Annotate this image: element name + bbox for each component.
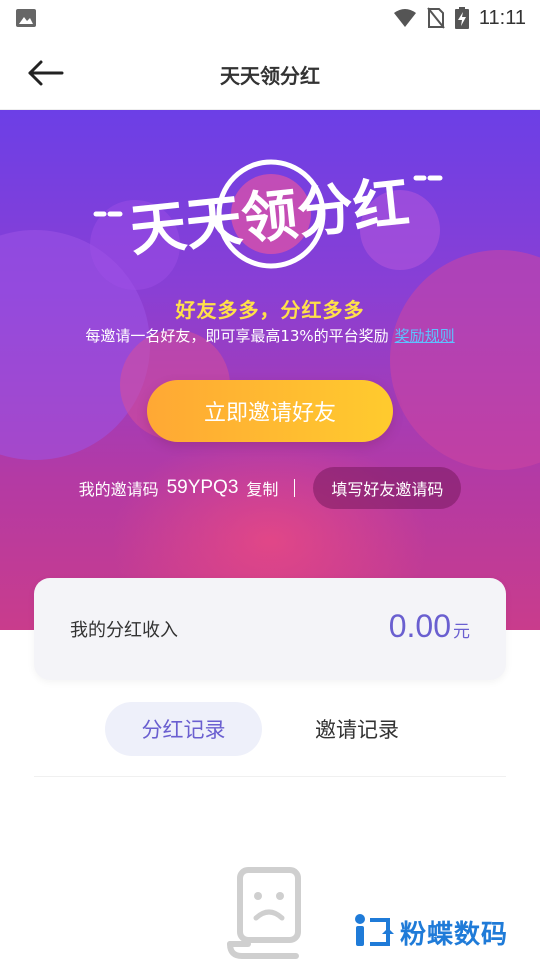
income-label: 我的分红收入 bbox=[70, 620, 178, 641]
income-unit: 元 bbox=[453, 622, 470, 642]
fill-friend-code-button[interactable]: 填写好友邀请码 bbox=[313, 467, 462, 509]
page-title: 天天领分红 bbox=[220, 64, 320, 88]
copy-code-button[interactable]: 复制 bbox=[246, 476, 278, 500]
record-tabs: 分红记录 邀请记录 bbox=[0, 702, 540, 758]
income-value: 0.00 bbox=[388, 608, 451, 644]
code-divider bbox=[294, 479, 296, 497]
watermark-text: 粉蝶数码 bbox=[400, 919, 509, 950]
watermark: 粉蝶数码 bbox=[352, 912, 508, 952]
income-card: 我的分红收入 0.00 元 bbox=[34, 578, 506, 680]
tab-invite-records[interactable]: 邀请记录 bbox=[290, 702, 424, 756]
watermark-logo-icon bbox=[355, 914, 394, 946]
app-header: 天天领分红 bbox=[0, 36, 540, 110]
invite-code-value: 59YPQ3 bbox=[166, 477, 239, 498]
hero-title-art: 天天领分红 bbox=[93, 159, 443, 269]
image-icon bbox=[16, 9, 36, 27]
tabs-divider bbox=[34, 776, 506, 777]
no-sim-icon bbox=[427, 7, 445, 29]
hero-banner: 天天领分红 好友多多，分红多多 每邀请一名好友，即可享最高13%的平台奖励 奖励规… bbox=[0, 110, 540, 630]
status-bar: 11:11 bbox=[0, 0, 540, 36]
hero-slogan: 好友多多，分红多多 bbox=[175, 298, 365, 322]
income-amount: 0.00 元 bbox=[389, 608, 470, 645]
hero-description: 每邀请一名好友，即可享最高13%的平台奖励 奖励规则 bbox=[0, 325, 540, 346]
reward-rules-link[interactable]: 奖励规则 bbox=[395, 327, 455, 345]
tab-dividend-records[interactable]: 分红记录 bbox=[105, 702, 262, 756]
invite-code-row: 我的邀请码 59YPQ3 复制 填写好友邀请码 bbox=[0, 466, 540, 510]
reward-description: 每邀请一名好友，即可享最高13%的平台奖励 bbox=[85, 327, 389, 345]
wifi-icon bbox=[393, 9, 416, 27]
status-time: 11:11 bbox=[478, 6, 526, 29]
invite-friends-button[interactable]: 立即邀请好友 bbox=[147, 380, 393, 442]
battery-charging-icon bbox=[454, 7, 469, 29]
status-icons: 11:11 bbox=[393, 6, 526, 30]
invite-code-label: 我的邀请码 bbox=[78, 480, 159, 499]
sad-document-icon bbox=[227, 867, 301, 959]
